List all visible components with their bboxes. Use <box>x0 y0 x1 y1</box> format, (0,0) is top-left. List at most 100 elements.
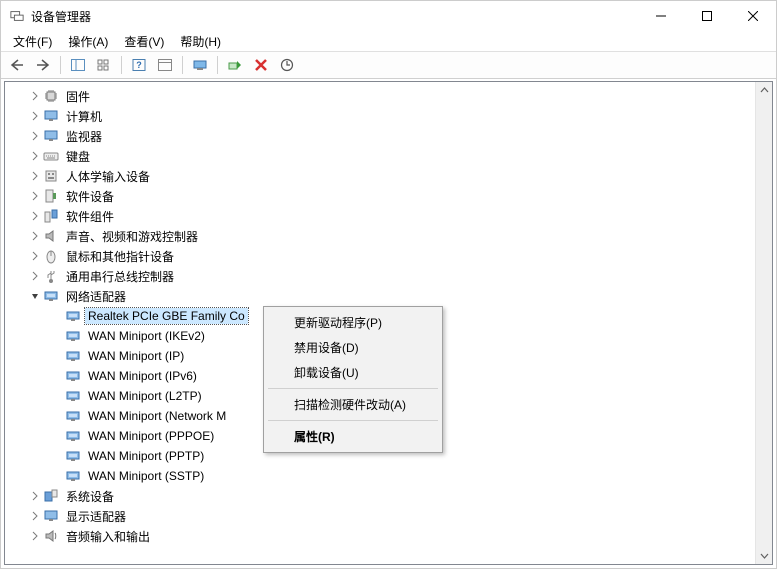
net-icon <box>65 408 81 424</box>
expand-icon[interactable] <box>27 188 43 204</box>
monitor-icon <box>43 128 59 144</box>
cat-firmware[interactable]: 固件 <box>5 86 755 106</box>
expand-icon[interactable] <box>27 508 43 524</box>
expand-icon[interactable] <box>27 128 43 144</box>
chip-icon <box>43 88 59 104</box>
tree-item-label: 软件设备 <box>63 187 117 206</box>
minimize-button[interactable] <box>638 1 684 31</box>
toolbar-separator <box>182 56 183 74</box>
cat-sound[interactable]: 声音、视频和游戏控制器 <box>5 226 755 246</box>
net-icon <box>65 368 81 384</box>
menu-action[interactable]: 操作(A) <box>60 31 116 52</box>
expand-icon[interactable] <box>27 528 43 544</box>
cat-monitor[interactable]: 监视器 <box>5 126 755 146</box>
scroll-up-arrow[interactable] <box>756 82 772 99</box>
help-toolbar-button[interactable]: ? <box>127 54 151 76</box>
expand-icon[interactable] <box>27 228 43 244</box>
net-icon <box>65 428 81 444</box>
tree-item-label: WAN Miniport (SSTP) <box>85 468 207 484</box>
no-expand <box>49 388 65 404</box>
no-expand <box>49 308 65 324</box>
sound-icon <box>43 228 59 244</box>
swdev-icon <box>43 188 59 204</box>
close-button[interactable] <box>730 1 776 31</box>
tree-item-label: 网络适配器 <box>63 287 129 306</box>
net-icon <box>65 448 81 464</box>
menu-help[interactable]: 帮助(H) <box>172 31 229 52</box>
monitor-icon <box>43 108 59 124</box>
forward-button[interactable] <box>31 54 55 76</box>
no-expand <box>49 368 65 384</box>
update-driver-toolbar-button[interactable] <box>188 54 212 76</box>
expand-icon[interactable] <box>27 268 43 284</box>
cat-computer[interactable]: 计算机 <box>5 106 755 126</box>
scroll-down-arrow[interactable] <box>756 547 772 564</box>
toolbar-separator <box>217 56 218 74</box>
net-icon <box>65 348 81 364</box>
system-icon <box>43 488 59 504</box>
tree-item-label: 软件组件 <box>63 207 117 226</box>
maximize-button[interactable] <box>684 1 730 31</box>
context-properties[interactable]: 属性(R) <box>266 424 440 449</box>
no-expand <box>49 408 65 424</box>
cat-audio-io[interactable]: 音频输入和输出 <box>5 526 755 546</box>
back-button[interactable] <box>5 54 29 76</box>
tree-item-label: WAN Miniport (IPv6) <box>85 368 200 384</box>
context-update-driver[interactable]: 更新驱动程序(P) <box>266 310 440 335</box>
tree-item-label: 系统设备 <box>63 487 117 506</box>
cat-system[interactable]: 系统设备 <box>5 486 755 506</box>
tree-item-label: 计算机 <box>63 107 105 126</box>
context-uninstall[interactable]: 卸载设备(U) <box>266 360 440 385</box>
tree-item-label: WAN Miniport (Network M <box>85 408 229 424</box>
hid-icon <box>43 168 59 184</box>
scroll-track[interactable] <box>756 99 772 547</box>
audio-icon <box>43 528 59 544</box>
toolbar: ? <box>1 51 776 79</box>
expand-icon[interactable] <box>27 168 43 184</box>
cat-network-adapters[interactable]: 网络适配器 <box>5 286 755 306</box>
cat-display[interactable]: 显示适配器 <box>5 506 755 526</box>
vertical-scrollbar[interactable] <box>755 82 772 564</box>
expand-icon[interactable] <box>27 208 43 224</box>
net-icon <box>65 328 81 344</box>
no-expand <box>49 468 65 484</box>
dev-wan-sstp[interactable]: WAN Miniport (SSTP) <box>5 466 755 486</box>
expand-icon[interactable] <box>27 148 43 164</box>
mouse-icon <box>43 248 59 264</box>
context-disable-device[interactable]: 禁用设备(D) <box>266 335 440 360</box>
context-scan-hardware[interactable]: 扫描检测硬件改动(A) <box>266 392 440 417</box>
context-menu: 更新驱动程序(P) 禁用设备(D) 卸载设备(U) 扫描检测硬件改动(A) 属性… <box>263 306 443 453</box>
cat-keyboard[interactable]: 键盘 <box>5 146 755 166</box>
tree-item-label: WAN Miniport (L2TP) <box>85 388 205 404</box>
cat-software-dev[interactable]: 软件设备 <box>5 186 755 206</box>
properties-toolbar-button[interactable] <box>92 54 116 76</box>
expand-icon[interactable] <box>27 88 43 104</box>
tree-item-label: 声音、视频和游戏控制器 <box>63 227 201 246</box>
uninstall-device-toolbar-button[interactable] <box>249 54 273 76</box>
svg-text:?: ? <box>136 60 142 70</box>
collapse-icon[interactable] <box>27 288 43 304</box>
tree-item-label: WAN Miniport (IKEv2) <box>85 328 208 344</box>
menu-view[interactable]: 查看(V) <box>116 31 172 52</box>
keyboard-icon <box>43 148 59 164</box>
expand-icon[interactable] <box>27 248 43 264</box>
tree-item-label: 通用串行总线控制器 <box>63 267 177 286</box>
tree-item-label: WAN Miniport (IP) <box>85 348 187 364</box>
cat-hid[interactable]: 人体学输入设备 <box>5 166 755 186</box>
menu-bar: 文件(F) 操作(A) 查看(V) 帮助(H) <box>1 31 776 51</box>
net-icon <box>65 388 81 404</box>
net-icon <box>65 308 81 324</box>
expand-icon[interactable] <box>27 108 43 124</box>
cat-mouse[interactable]: 鼠标和其他指针设备 <box>5 246 755 266</box>
expand-icon[interactable] <box>27 488 43 504</box>
menu-file[interactable]: 文件(F) <box>5 31 60 52</box>
tree-item-label: 人体学输入设备 <box>63 167 153 186</box>
enable-device-toolbar-button[interactable] <box>223 54 247 76</box>
tree-item-label: 鼠标和其他指针设备 <box>63 247 177 266</box>
cat-software-comp[interactable]: 软件组件 <box>5 206 755 226</box>
scan-hardware-toolbar-button[interactable] <box>275 54 299 76</box>
show-hide-tree-button[interactable] <box>66 54 90 76</box>
net-icon <box>43 288 59 304</box>
cat-usb[interactable]: 通用串行总线控制器 <box>5 266 755 286</box>
console-toolbar-button[interactable] <box>153 54 177 76</box>
